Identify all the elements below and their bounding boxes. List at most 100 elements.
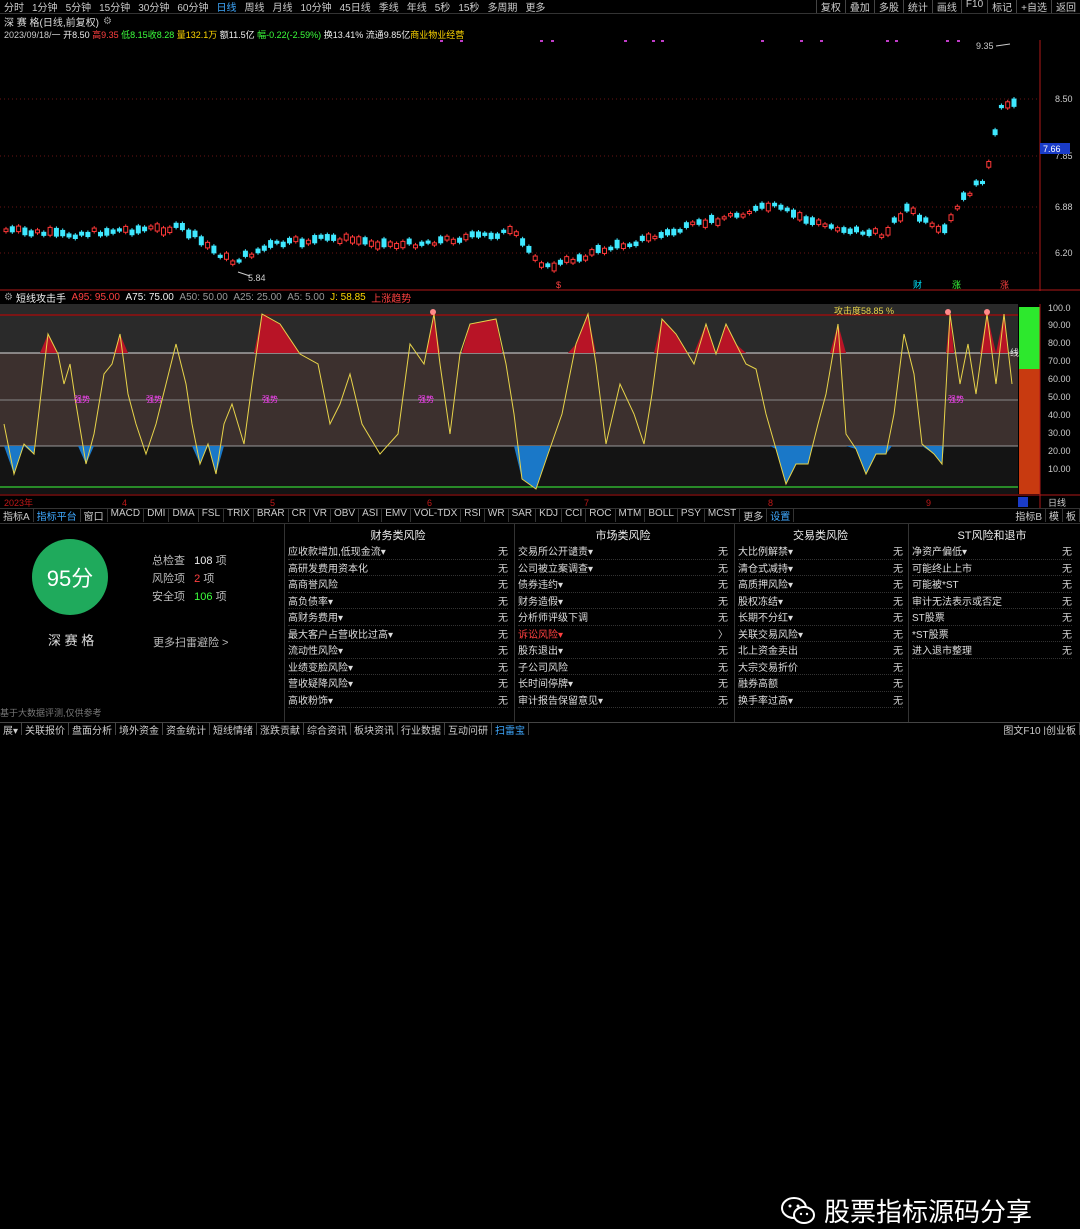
risk-item-label[interactable]: 交易所公开谴责▾ [518, 543, 593, 558]
candlestick-chart[interactable]: 8.50 7.85 6.88 6.20 7.66 9.35 5.84 财 涨 涨… [0, 40, 1080, 291]
indicator-tab-right-1[interactable]: 模 [1046, 509, 1063, 522]
risk-row[interactable]: 换手率过高▾ 无 [738, 692, 903, 708]
indicator-tab-18[interactable]: KDJ [536, 509, 563, 522]
tf-6[interactable]: 日线 [213, 3, 241, 13]
indicator-tab-6[interactable]: FSL [199, 509, 225, 522]
risk-item-label[interactable]: 可能终止上市 [912, 560, 972, 575]
risk-item-label[interactable]: 高研发费用资本化 [288, 560, 368, 575]
risk-item-label[interactable]: 财务造假▾ [518, 593, 563, 608]
risk-row[interactable]: 长期不分红▾ 无 [738, 609, 903, 626]
indicator-tab-19[interactable]: CCI [562, 509, 587, 522]
risk-item-label[interactable]: 股权冻结▾ [738, 593, 783, 608]
settings-icon[interactable]: ⚙ [4, 292, 13, 303]
indicator-tab-0[interactable]: 指标A [0, 509, 34, 522]
risk-item-label[interactable]: 高负债率▾ [288, 593, 333, 608]
risk-item-label[interactable]: 融券高额 [738, 675, 778, 690]
risk-row[interactable]: 交易所公开谴责▾ 无 [518, 543, 728, 560]
risk-item-label[interactable]: 营收疑降风险▾ [288, 675, 353, 690]
risk-item-label[interactable]: 债券违约▾ [518, 576, 563, 591]
tf-15[interactable]: 多周期 [483, 3, 521, 13]
risk-row[interactable]: 高商誉风险 无 [288, 576, 508, 593]
indicator-tab-11[interactable]: OBV [331, 509, 360, 522]
risk-item-label[interactable]: 应收款增加,低现金流▾ [288, 543, 386, 558]
tf-3[interactable]: 15分钟 [95, 3, 134, 13]
risk-row[interactable]: 高研发费用资本化 无 [288, 560, 508, 576]
risk-item-label[interactable]: 分析师评级下调 [518, 609, 588, 624]
bottom-tab-4[interactable]: 资金统计 [163, 723, 211, 735]
risk-item-label[interactable]: 可能被*ST [912, 576, 959, 591]
risk-item-label[interactable]: 进入退市整理 [912, 642, 972, 657]
gear-icon[interactable]: ⚙ [103, 16, 112, 27]
risk-item-label[interactable]: 大宗交易折价 [738, 659, 798, 674]
tf-12[interactable]: 年线 [403, 3, 431, 13]
indicator-tab-17[interactable]: SAR [509, 509, 537, 522]
risk-item-label[interactable]: 净资产偏低▾ [912, 543, 967, 558]
marker-zhang[interactable]: 涨 [952, 280, 961, 290]
tf-8[interactable]: 月线 [269, 3, 297, 13]
top-right-4[interactable]: 画线 [931, 0, 961, 13]
risk-row[interactable]: 子公司风险 无 [518, 659, 728, 675]
risk-row[interactable]: 诉讼风险▾ 〉 [518, 626, 728, 642]
risk-row[interactable]: 可能终止上市 无 [912, 560, 1072, 576]
risk-item-label[interactable]: 高收粉饰▾ [288, 692, 333, 707]
risk-row[interactable]: 北上资金卖出 无 [738, 642, 903, 659]
indicator-tab-5[interactable]: DMA [169, 509, 199, 522]
risk-row[interactable]: 净资产偏低▾ 无 [912, 543, 1072, 560]
tf-13[interactable]: 5秒 [431, 3, 455, 13]
risk-row[interactable]: 高财务费用▾ 无 [288, 609, 508, 626]
risk-row[interactable]: ST股票 无 [912, 609, 1072, 626]
risk-row[interactable]: *ST股票 无 [912, 626, 1072, 642]
indicator-tab-20[interactable]: ROC [586, 509, 616, 522]
risk-row[interactable]: 财务造假▾ 无 [518, 593, 728, 609]
risk-item-label[interactable]: 业绩变脸风险▾ [288, 659, 353, 674]
risk-row[interactable]: 业绩变脸风险▾ 无 [288, 659, 508, 675]
risk-item-label[interactable]: 流动性风险▾ [288, 642, 343, 657]
risk-item-label[interactable]: 关联交易风险▾ [738, 626, 803, 641]
indicator-tab-right-0[interactable]: 指标B [1012, 509, 1046, 522]
tf-1[interactable]: 1分钟 [28, 3, 62, 13]
top-right-5[interactable]: F10 [960, 0, 987, 13]
indicator-tab-22[interactable]: BOLL [645, 509, 678, 522]
indicator-tab-3[interactable]: MACD [108, 509, 145, 522]
bottom-tab-8[interactable]: 板块资讯 [351, 723, 399, 735]
bottom-tab-6[interactable]: 涨跌贡献 [257, 723, 305, 735]
risk-row[interactable]: 流动性风险▾ 无 [288, 642, 508, 659]
indicator-tab-23[interactable]: PSY [678, 509, 705, 522]
bottom-tab-7[interactable]: 综合资讯 [304, 723, 352, 735]
indicator-tab-16[interactable]: WR [485, 509, 509, 522]
indicator-tab-8[interactable]: BRAR [254, 509, 289, 522]
risk-row[interactable]: 大比例解禁▾ 无 [738, 543, 903, 560]
risk-row[interactable]: 高质押风险▾ 无 [738, 576, 903, 593]
risk-row[interactable]: 融券高额 无 [738, 675, 903, 692]
top-right-0[interactable]: 复权 [815, 0, 845, 13]
top-right-8[interactable]: 返回 [1051, 0, 1080, 13]
risk-row[interactable]: 清仓式减持▾ 无 [738, 560, 903, 576]
risk-item-label[interactable]: 大比例解禁▾ [738, 543, 793, 558]
risk-item-label[interactable]: 高财务费用▾ [288, 609, 343, 624]
risk-item-label[interactable]: 诉讼风险▾ [518, 626, 563, 641]
tf-2[interactable]: 5分钟 [62, 3, 96, 13]
indicator-tab-24[interactable]: MCST [705, 509, 741, 522]
tf-7[interactable]: 周线 [241, 3, 269, 13]
indicator-tab-13[interactable]: EMV [382, 509, 411, 522]
indicator-tab-26[interactable]: 设置 [767, 509, 795, 522]
tf-0[interactable]: 分时 [0, 3, 28, 13]
top-right-6[interactable]: 标记 [987, 0, 1016, 13]
risk-row[interactable]: 长时间停牌▾ 无 [518, 675, 728, 692]
indicator-tab-right-2[interactable]: 板 [1063, 509, 1080, 522]
risk-row[interactable]: 最大客户占营收比过高▾ 无 [288, 626, 508, 642]
risk-row[interactable]: 营收疑降风险▾ 无 [288, 675, 508, 692]
risk-item-label[interactable]: 北上资金卖出 [738, 642, 798, 657]
indicator-tab-1[interactable]: 指标平台 [34, 509, 81, 522]
risk-row[interactable]: 关联交易风险▾ 无 [738, 626, 903, 642]
risk-item-label[interactable]: 换手率过高▾ [738, 692, 793, 707]
top-right-7[interactable]: +自选 [1016, 0, 1051, 13]
risk-item-label[interactable]: *ST股票 [912, 626, 949, 641]
risk-item-label[interactable]: 审计无法表示或否定 [912, 593, 1002, 608]
risk-item-label[interactable]: 长时间停牌▾ [518, 675, 573, 690]
risk-item-label[interactable]: ST股票 [912, 609, 945, 624]
risk-row[interactable]: 审计报告保留意见▾ 无 [518, 692, 728, 708]
bottom-tab-10[interactable]: 互动问研 [445, 723, 493, 735]
bottom-tab-2[interactable]: 盘面分析 [69, 723, 117, 735]
indicator-tab-9[interactable]: CR [289, 509, 311, 522]
